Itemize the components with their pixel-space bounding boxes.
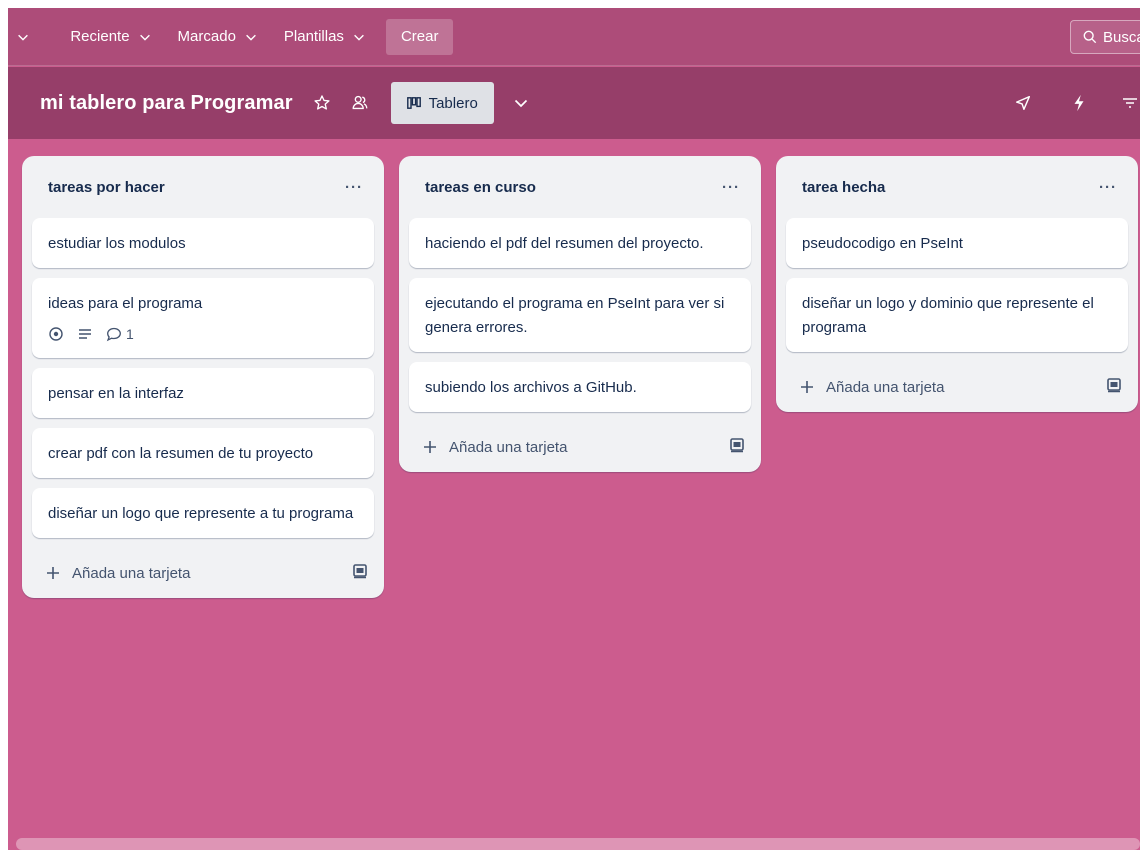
card-template-icon[interactable]	[1106, 377, 1122, 397]
nav-starred-label: Marcado	[177, 28, 236, 45]
list-tareas-en-curso: tareas en curso ··· haciendo el pdf del …	[399, 156, 761, 472]
card-title: ejecutando el programa en PseInt para ve…	[425, 295, 725, 336]
add-card-row: Añada una tarjeta	[409, 422, 751, 472]
chevron-down-icon	[354, 34, 364, 41]
add-card-button[interactable]: Añada una tarjeta	[800, 379, 944, 396]
list-header: tarea hecha ···	[786, 156, 1128, 218]
card[interactable]: pensar en la interfaz	[32, 368, 374, 418]
description-icon	[78, 328, 92, 340]
list-menu-icon[interactable]: ···	[717, 173, 745, 201]
list-title[interactable]: tareas por hacer	[48, 179, 165, 196]
card-template-icon[interactable]	[729, 437, 745, 457]
board-canvas: o Reciente Marcado Plantillas Crear Busc…	[8, 8, 1140, 850]
add-card-row: Añada una tarjeta	[786, 362, 1128, 412]
automation-icon[interactable]	[1064, 88, 1094, 118]
card-title: ideas para el programa	[48, 295, 203, 312]
horizontal-scrollbar[interactable]	[16, 838, 1140, 850]
nav-starred[interactable]: Marcado	[168, 20, 268, 54]
board-view-label: Tablero	[428, 94, 478, 112]
card[interactable]: diseñar un logo que represente a tu prog…	[32, 488, 374, 538]
comment-icon	[106, 327, 121, 341]
nav-recent[interactable]: Reciente	[60, 20, 161, 54]
card-title: haciendo el pdf del resumen del proyecto…	[425, 235, 704, 252]
nav-templates[interactable]: Plantillas	[274, 20, 376, 54]
create-button[interactable]: Crear	[385, 18, 454, 55]
search-placeholder: Busca	[1103, 28, 1140, 46]
board-view-button[interactable]: Tablero	[390, 82, 494, 124]
card[interactable]: estudiar los modulos	[32, 218, 374, 268]
list-tareas-por-hacer: tareas por hacer ··· estudiar los modulo…	[22, 156, 384, 598]
plus-icon	[424, 441, 436, 453]
card-template-icon[interactable]	[352, 563, 368, 583]
list-title[interactable]: tareas en curso	[425, 179, 536, 196]
members-icon[interactable]	[345, 88, 375, 118]
nav-workspaces-truncated[interactable]: o	[8, 20, 40, 54]
list-header: tareas por hacer ···	[32, 156, 374, 218]
board-header-actions	[1000, 88, 1140, 118]
chevron-down-icon	[139, 34, 150, 41]
top-navigation: o Reciente Marcado Plantillas Crear Busc…	[8, 8, 1140, 66]
chevron-down-icon	[514, 99, 527, 108]
plus-icon	[47, 567, 59, 579]
chevron-down-icon	[18, 34, 29, 41]
card-badges: 1	[48, 322, 358, 346]
add-card-button[interactable]: Añada una tarjeta	[46, 565, 190, 582]
add-card-label: Añada una tarjeta	[826, 378, 945, 396]
list-title[interactable]: tarea hecha	[802, 179, 885, 196]
add-card-label: Añada una tarjeta	[449, 438, 568, 456]
card-title: subiendo los archivos a GitHub.	[425, 379, 637, 396]
add-card-row: Añada una tarjeta	[32, 548, 374, 598]
comment-badge: 1	[106, 322, 134, 346]
card[interactable]: ejecutando el programa en PseInt para ve…	[409, 278, 751, 352]
board-view-icon	[406, 97, 421, 109]
add-card-button[interactable]: Añada una tarjeta	[423, 439, 567, 456]
chevron-down-icon	[246, 34, 256, 41]
card[interactable]: haciendo el pdf del resumen del proyecto…	[409, 218, 751, 268]
card[interactable]: ideas para el programa 1	[32, 278, 374, 358]
search-icon	[1083, 30, 1097, 44]
card-title: pensar en la interfaz	[48, 385, 184, 402]
card-title: pseudocodigo en PseInt	[802, 235, 963, 252]
list-header: tareas en curso ···	[409, 156, 751, 218]
list-tarea-hecha: tarea hecha ··· pseudocodigo en PseInt d…	[776, 156, 1138, 412]
card-title: diseñar un logo y dominio que represente…	[802, 295, 1094, 336]
card-title: estudiar los modulos	[48, 235, 186, 252]
eye-icon	[48, 326, 64, 342]
plus-icon	[801, 381, 813, 393]
list-menu-icon[interactable]: ···	[1094, 173, 1122, 201]
card[interactable]: pseudocodigo en PseInt	[786, 218, 1128, 268]
star-icon[interactable]	[307, 88, 337, 118]
card-title: crear pdf con la resumen de tu proyecto	[48, 445, 314, 462]
board-header: mi tablero para Programar Tablero	[8, 67, 1140, 139]
card-title: diseñar un logo que represente a tu prog…	[48, 505, 354, 522]
filter-icon[interactable]	[1120, 88, 1140, 118]
nav-templates-label: Plantillas	[283, 28, 344, 45]
card[interactable]: crear pdf con la resumen de tu proyecto	[32, 428, 374, 478]
board-title[interactable]: mi tablero para Programar	[40, 92, 293, 115]
power-ups-icon[interactable]	[1008, 88, 1038, 118]
search-input[interactable]: Busca	[1070, 20, 1140, 54]
view-switcher-chevron[interactable]	[506, 88, 536, 118]
list-menu-icon[interactable]: ···	[340, 173, 368, 201]
nav-recent-label: Reciente	[70, 28, 130, 45]
add-card-label: Añada una tarjeta	[72, 564, 191, 582]
card[interactable]: diseñar un logo y dominio que represente…	[786, 278, 1128, 352]
card[interactable]: subiendo los archivos a GitHub.	[409, 362, 751, 412]
comment-count: 1	[126, 326, 134, 342]
